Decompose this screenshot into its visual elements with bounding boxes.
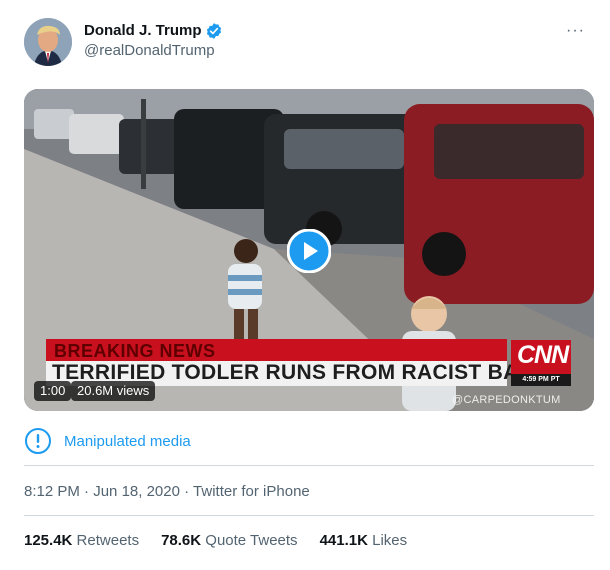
manipulated-media-link[interactable]: Manipulated media [64,433,191,450]
retweets-stat[interactable]: 125.4K Retweets [24,532,139,549]
video-duration: 1:00 [34,381,72,401]
divider [24,465,594,466]
tweet-date[interactable]: Jun 18, 2020 [93,483,180,500]
quote-tweets-label: Quote Tweets [205,532,298,549]
tweet-source[interactable]: Twitter for iPhone [193,483,310,500]
tweet-stats: 125.4K Retweets 78.6K Quote Tweets 441.1… [24,532,407,549]
network-time: 4:59 PM PT [511,374,571,386]
retweets-count: 125.4K [24,532,73,549]
likes-label: Likes [372,532,408,549]
video-views: 20.6M views [71,381,156,401]
more-icon[interactable]: ··· [566,22,585,40]
author-name[interactable]: Donald J. Trump [84,22,202,39]
play-icon[interactable] [287,229,331,273]
verified-badge-icon [206,23,222,39]
avatar[interactable] [24,18,72,66]
network-logo: CNN [517,341,569,369]
divider [24,515,594,516]
quote-tweets-count: 78.6K [161,532,202,549]
quote-tweets-stat[interactable]: 78.6K Quote Tweets [161,532,297,549]
likes-stat[interactable]: 441.1K Likes [320,532,408,549]
avatar-image [24,18,72,66]
breaking-news-label: BREAKING NEWS [54,341,216,361]
video-watermark: @CARPEDONKTUM [452,394,561,406]
meta-separator: · [84,483,90,500]
exclamation-circle-icon [25,428,51,454]
retweets-label: Retweets [76,532,140,549]
meta-separator: · [184,483,190,500]
tweet-meta: 8:12 PM · Jun 18, 2020 · Twitter for iPh… [24,483,310,500]
author-handle[interactable]: @realDonaldTrump [84,42,215,59]
likes-count: 441.1K [319,532,368,549]
tweet-time[interactable]: 8:12 PM [24,483,80,500]
